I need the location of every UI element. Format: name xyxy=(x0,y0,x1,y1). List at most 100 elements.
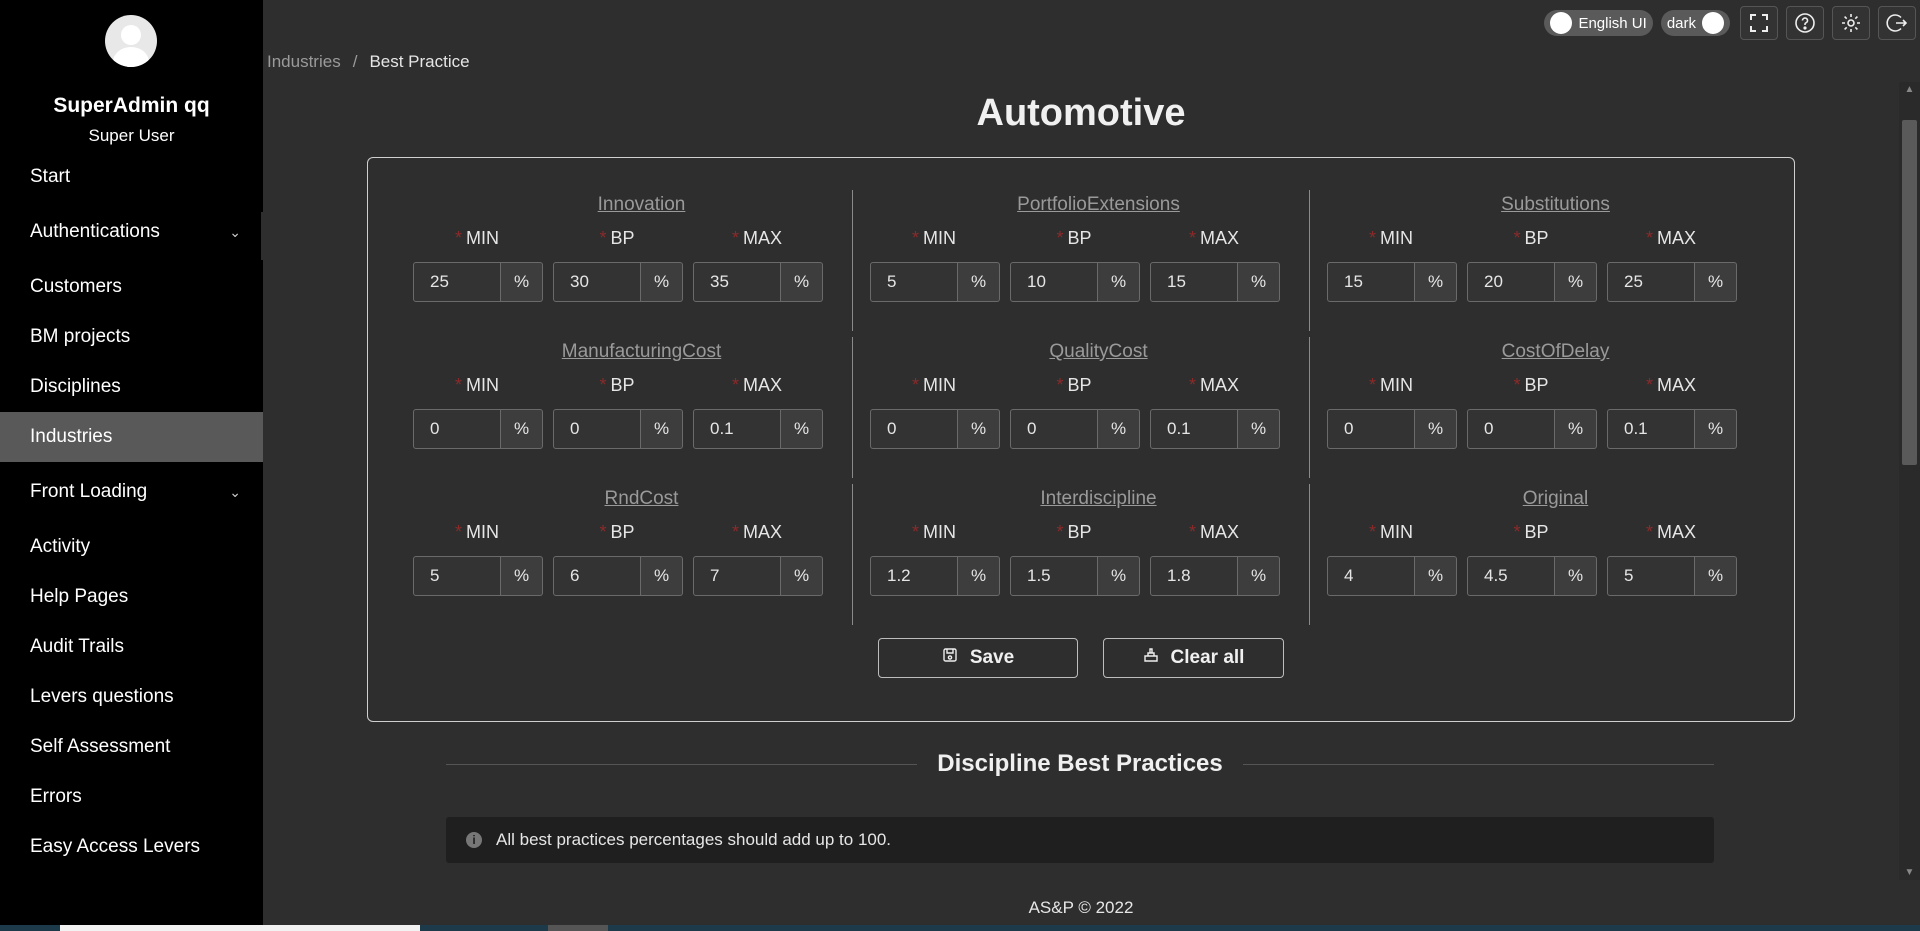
bp-input[interactable]: 0 xyxy=(553,409,641,449)
group-title[interactable]: CostOfDelay xyxy=(1327,341,1784,363)
required-marker: * xyxy=(1513,228,1521,248)
group-title[interactable]: QualityCost xyxy=(870,341,1327,363)
footer: AS&P © 2022 xyxy=(1028,898,1134,917)
min-input[interactable]: 1.2 xyxy=(870,556,958,596)
sidebar-item-self-assessment[interactable]: Self Assessment xyxy=(0,722,263,772)
section-divider-right xyxy=(1242,763,1714,765)
settings-icon[interactable] xyxy=(1832,6,1870,40)
group-title[interactable]: Substitutions xyxy=(1327,194,1784,216)
sidebar-item-audit-trails[interactable]: Audit Trails xyxy=(0,622,263,672)
min-label: * MIN xyxy=(1347,522,1435,543)
bp-input[interactable]: 30 xyxy=(553,262,641,302)
min-input[interactable]: 0 xyxy=(870,409,958,449)
sidebar-item-start[interactable]: Start xyxy=(0,152,263,202)
min-input[interactable]: 0 xyxy=(1327,409,1415,449)
group-cost-of-delay: CostOfDelay * MIN * BP * MAX 0% 0% 0.1% xyxy=(1327,305,1784,449)
max-input[interactable]: 0.1 xyxy=(693,409,781,449)
min-input[interactable]: 5 xyxy=(413,556,501,596)
bp-input[interactable]: 10 xyxy=(1010,262,1098,302)
max-input[interactable]: 7 xyxy=(693,556,781,596)
scrollbar[interactable]: ▲ ▼ xyxy=(1899,82,1920,880)
bp-label: * BP xyxy=(1487,228,1575,249)
group-title[interactable]: Innovation xyxy=(413,194,870,216)
breadcrumb-current: Best Practice xyxy=(369,52,470,71)
scroll-up-arrow-icon[interactable]: ▲ xyxy=(1899,84,1920,95)
sidebar-item-front-loading[interactable]: Front Loading ⌄ xyxy=(0,462,263,522)
group-title[interactable]: Original xyxy=(1327,488,1784,510)
section-title: Discipline Best Practices xyxy=(937,750,1223,777)
clear-all-button[interactable]: Clear all xyxy=(1103,638,1284,678)
bp-label: * BP xyxy=(573,522,661,543)
sidebar-item-customers[interactable]: Customers xyxy=(0,262,263,312)
percent-addon: % xyxy=(501,262,543,302)
sidebar-item-disciplines[interactable]: Disciplines xyxy=(0,362,263,412)
sidebar-item-activity[interactable]: Activity xyxy=(0,522,263,572)
min-input[interactable]: 5 xyxy=(870,262,958,302)
column-divider xyxy=(1309,190,1310,331)
group-title[interactable]: ManufacturingCost xyxy=(413,341,870,363)
min-input[interactable]: 25 xyxy=(413,262,501,302)
sidebar-item-easy-access-levers[interactable]: Easy Access Levers xyxy=(0,822,263,872)
max-input[interactable]: 0.1 xyxy=(1607,409,1695,449)
group-title[interactable]: RndCost xyxy=(413,488,870,510)
percent-addon: % xyxy=(1238,556,1280,596)
max-input-group: 7% xyxy=(693,556,823,596)
sidebar-item-industries[interactable]: Industries xyxy=(0,412,263,462)
save-button[interactable]: Save xyxy=(878,638,1078,678)
min-input[interactable]: 15 xyxy=(1327,262,1415,302)
sidebar-item-help-pages[interactable]: Help Pages xyxy=(0,572,263,622)
max-input[interactable]: 25 xyxy=(1607,262,1695,302)
percent-addon: % xyxy=(501,409,543,449)
max-input[interactable]: 0.1 xyxy=(1150,409,1238,449)
min-input[interactable]: 4 xyxy=(1327,556,1415,596)
bp-input-group: 4.5% xyxy=(1467,556,1597,596)
breadcrumb-link-industries[interactable]: Industries xyxy=(267,52,341,71)
bp-input[interactable]: 4.5 xyxy=(1467,556,1555,596)
logout-icon[interactable] xyxy=(1878,6,1916,40)
bp-input[interactable]: 6 xyxy=(553,556,641,596)
min-input[interactable]: 0 xyxy=(413,409,501,449)
max-label-text: MAX xyxy=(1200,522,1240,542)
required-marker: * xyxy=(1645,375,1653,395)
max-input-group: 0.1% xyxy=(693,409,823,449)
required-marker: * xyxy=(731,375,739,395)
max-input[interactable]: 5 xyxy=(1607,556,1695,596)
avatar[interactable] xyxy=(105,15,157,67)
min-label: * MIN xyxy=(433,375,521,396)
sidebar-item-label: Errors xyxy=(30,786,82,807)
max-input[interactable]: 35 xyxy=(693,262,781,302)
max-input-group: 1.8% xyxy=(1150,556,1280,596)
percent-addon: % xyxy=(1555,262,1597,302)
max-label: * MAX xyxy=(1170,228,1258,249)
required-marker: * xyxy=(1188,522,1196,542)
sidebar-item-bm-projects[interactable]: BM projects xyxy=(0,312,263,362)
max-label: * MAX xyxy=(713,375,801,396)
fullscreen-icon[interactable] xyxy=(1740,6,1778,40)
required-marker: * xyxy=(731,228,739,248)
theme-toggle[interactable]: dark xyxy=(1660,10,1730,36)
sidebar-item-levers-questions[interactable]: Levers questions xyxy=(0,672,263,722)
scrollbar-thumb[interactable] xyxy=(1902,120,1917,465)
bp-label-text: BP xyxy=(1524,522,1549,542)
help-icon[interactable] xyxy=(1786,6,1824,40)
sidebar-item-errors[interactable]: Errors xyxy=(0,772,263,822)
column-divider xyxy=(1309,337,1310,478)
save-button-label: Save xyxy=(969,647,1015,668)
bp-input[interactable]: 0 xyxy=(1010,409,1098,449)
max-input[interactable]: 1.8 xyxy=(1150,556,1238,596)
bp-input[interactable]: 0 xyxy=(1467,409,1555,449)
column-divider xyxy=(852,484,853,625)
bp-input[interactable]: 1.5 xyxy=(1010,556,1098,596)
scroll-down-arrow-icon[interactable]: ▼ xyxy=(1899,867,1920,878)
sidebar-item-authentications[interactable]: Authentications ⌄ xyxy=(0,202,263,262)
min-label-text: MIN xyxy=(1380,522,1413,542)
group-interdiscipline: Interdiscipline * MIN * BP * MAX 1.2% 1.5% 1.8% xyxy=(870,452,1327,596)
max-input[interactable]: 15 xyxy=(1150,262,1238,302)
group-title[interactable]: Interdiscipline xyxy=(870,488,1327,510)
min-label: * MIN xyxy=(890,228,978,249)
language-toggle[interactable]: English UI xyxy=(1544,10,1653,36)
clear-icon xyxy=(1143,647,1159,669)
group-title[interactable]: PortfolioExtensions xyxy=(870,194,1327,216)
bp-input[interactable]: 20 xyxy=(1467,262,1555,302)
min-label-text: MIN xyxy=(1380,375,1413,395)
